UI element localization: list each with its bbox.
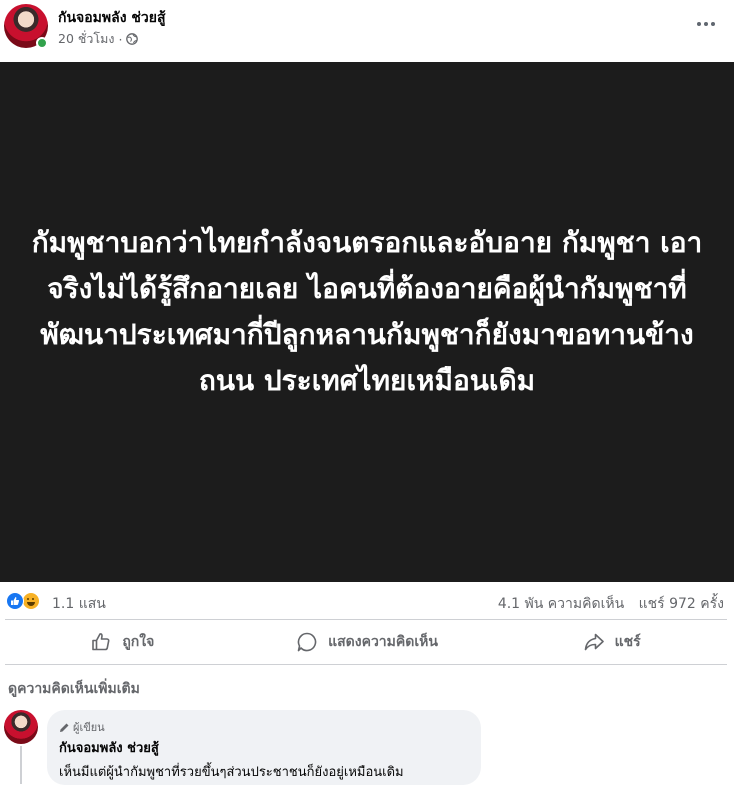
share-icon [584, 633, 604, 651]
post-stats: 1.1 แสน 4.1 พัน ความคิดเห็น แชร์ 972 ครั… [0, 588, 734, 614]
comment-count[interactable]: 4.1 พัน ความคิดเห็น [498, 596, 624, 612]
post-meta: 20 ชั่วโมง · [58, 29, 139, 49]
share-count[interactable]: แชร์ 972 ครั้ง [639, 596, 724, 612]
divider [5, 664, 727, 665]
like-button[interactable]: ถูกใจ [0, 620, 245, 664]
comment-text: เห็นมีแต่ผู้นำกัมพูชาที่รวยขึ้นๆส่วนประช… [59, 765, 404, 780]
comment-button[interactable]: แสดงความคิดเห็น [245, 620, 490, 664]
comment-icon [297, 632, 317, 652]
comment-bubble: ผู้เขียน กันจอมพลัง ช่วยสู้ เห็นมีแต่ผู้… [47, 710, 481, 785]
commenter-avatar[interactable] [4, 710, 38, 744]
commenter-name[interactable]: กันจอมพลัง ช่วยสู้ [59, 737, 159, 758]
post-time[interactable]: 20 ชั่วโมง [58, 29, 114, 49]
page-name[interactable]: กันจอมพลัง ช่วยสู้ [58, 7, 166, 29]
pencil-icon [60, 723, 69, 732]
post-image-text: กัมพูชาบอกว่าไทยกำลังจนตรอกและอับอาย กัม… [31, 226, 703, 397]
post-header: กันจอมพลัง ช่วยสู้ 20 ชั่วโมง · [0, 0, 734, 62]
engagement-counts: 4.1 พัน ความคิดเห็น แชร์ 972 ครั้ง [488, 593, 724, 615]
meta-separator: · [118, 31, 123, 47]
more-options-icon[interactable] [694, 15, 718, 33]
thread-line [20, 746, 22, 784]
reaction-count[interactable]: 1.1 แสน [52, 593, 106, 615]
post-image[interactable]: กัมพูชาบอกว่าไทยกำลังจนตรอกและอับอาย กัม… [0, 62, 734, 582]
action-bar: ถูกใจ แสดงความคิดเห็น แชร์ [0, 620, 734, 664]
share-label: แชร์ [614, 634, 641, 650]
thumbs-up-icon [92, 633, 110, 651]
haha-reaction-icon[interactable] [22, 592, 40, 610]
author-badge: ผู้เขียน [59, 718, 105, 736]
view-more-comments-link[interactable]: ดูความคิดเห็นเพิ่มเติม [8, 678, 140, 700]
like-reaction-icon[interactable] [6, 592, 24, 610]
globe-icon [126, 33, 139, 45]
comment-label: แสดงความคิดเห็น [328, 634, 438, 650]
like-label: ถูกใจ [122, 634, 155, 650]
share-button[interactable]: แชร์ [489, 620, 734, 664]
online-status-indicator [36, 37, 48, 49]
author-badge-label: ผู้เขียน [73, 721, 105, 734]
